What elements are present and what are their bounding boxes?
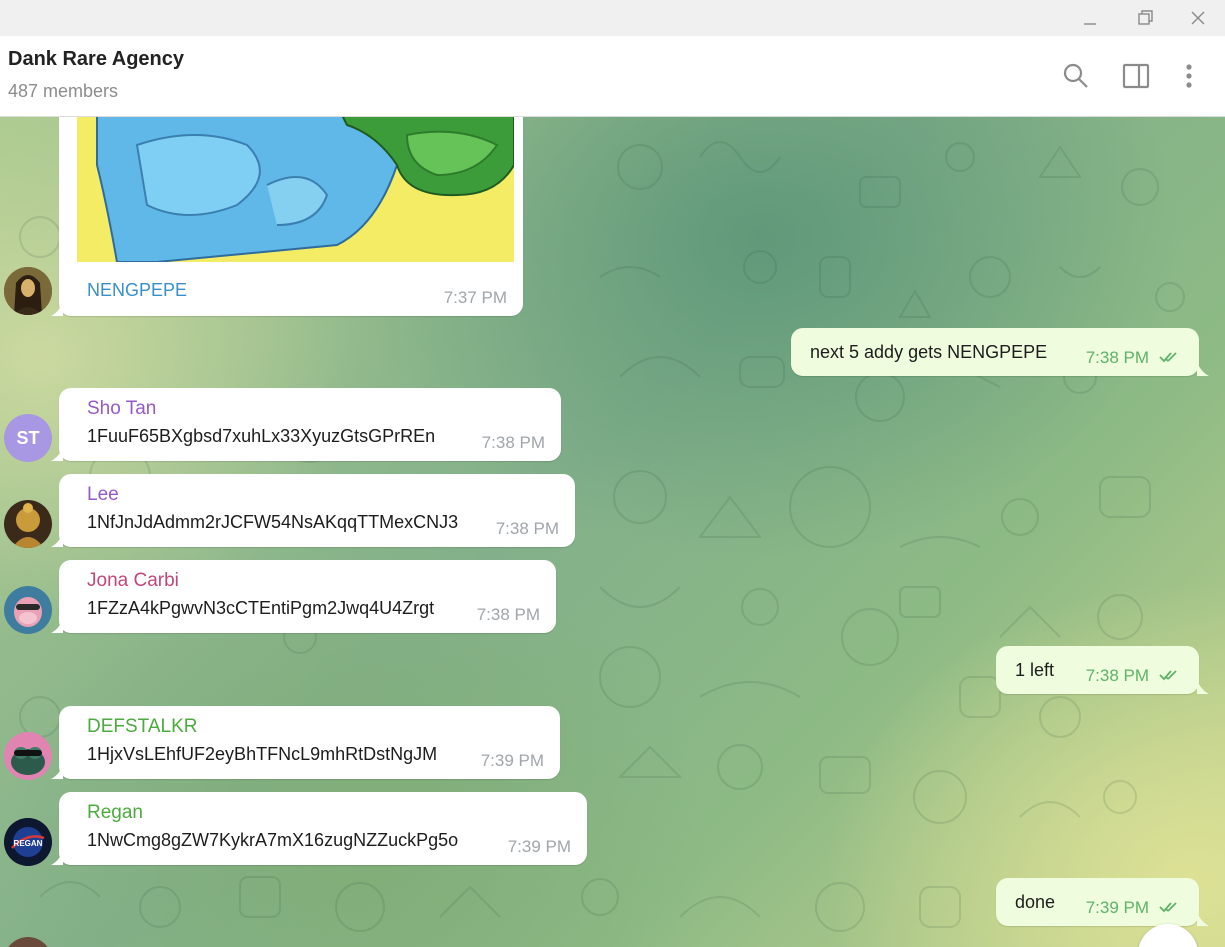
more-vertical-icon: [1186, 64, 1192, 88]
read-checkmarks-icon: [1159, 352, 1177, 363]
avatar[interactable]: [4, 267, 52, 315]
pepe-artwork: [96, 117, 514, 262]
golden-statue-avatar-image: [4, 500, 52, 548]
close-button[interactable]: [1170, 0, 1225, 36]
message-text: 1NwCmg8gZW7KykrA7mX16zugNZZuckPg5o: [87, 830, 459, 850]
message-text: done: [1015, 892, 1056, 912]
sender-name[interactable]: DEFSTALKR: [87, 716, 198, 738]
restore-icon: [1138, 10, 1153, 25]
minimize-icon: [1084, 23, 1096, 25]
close-icon: [1191, 11, 1205, 25]
bubble-tail: [1197, 680, 1209, 694]
sender-name[interactable]: Jona Carbi: [87, 570, 179, 592]
bubble-tail: [51, 302, 63, 316]
avatar[interactable]: REGAN: [4, 818, 52, 866]
message-time: 7:39 PM: [507, 837, 571, 856]
message-time: 7:38 PM: [495, 519, 559, 538]
regan-logo-text: REGAN: [14, 839, 43, 848]
bubble-tail: [1197, 912, 1209, 926]
message-time: 7:38 PM: [1085, 666, 1149, 685]
bubble-tail: [51, 851, 63, 865]
side-panel-icon: [1122, 63, 1150, 89]
avatar[interactable]: [4, 500, 52, 548]
message-text: 1 left: [1015, 660, 1055, 680]
side-panel-button[interactable]: [1118, 58, 1154, 94]
message-bubble[interactable]: Sho Tan 1FuuF65BXgbsd7xuhLx33XyuzGtsGPrR…: [59, 388, 561, 461]
mona-lisa-avatar-image: [4, 267, 52, 315]
read-checkmarks-icon: [1159, 902, 1177, 913]
message-time: 7:39 PM: [1085, 898, 1149, 917]
message-bubble[interactable]: Lee 1NfJnJdAdmm2rJCFW54NsAKqqTTMexCNJ3 7…: [59, 474, 575, 547]
sender-name[interactable]: Sho Tan: [87, 398, 156, 420]
sender-name[interactable]: Lee: [87, 484, 119, 506]
chat-history[interactable]: NENGPEPE 7:37 PM next 5 addy gets NENGPE…: [0, 117, 1225, 947]
message-bubble[interactable]: DEFSTALKR 1HjxVsLEhfUF2eyBhTFNcL9mhRtDst…: [59, 706, 560, 779]
minimize-button[interactable]: [1062, 0, 1118, 36]
message-bubble[interactable]: Regan 1NwCmg8gZW7KykrA7mX16zugNZZuckPg5o…: [59, 792, 587, 865]
bubble-tail: [51, 533, 63, 547]
message-time: 7:38 PM: [1085, 348, 1149, 367]
avatar[interactable]: ST: [4, 414, 52, 462]
search-icon: [1063, 63, 1088, 88]
chat-title[interactable]: Dank Rare Agency: [8, 48, 184, 71]
bubble-tail: [1197, 362, 1209, 376]
message-text: 1NfJnJdAdmm2rJCFW54NsAKqqTTMexCNJ3: [87, 512, 459, 532]
message-bubble-outgoing[interactable]: done 7:39 PM: [996, 878, 1199, 926]
message-bubble[interactable]: Jona Carbi 1FZzA4kPgwvN3cCTEntiPgm2Jwq4U…: [59, 560, 556, 633]
message-time: 7:38 PM: [481, 433, 545, 452]
message-text: next 5 addy gets NENGPEPE: [810, 342, 1048, 362]
read-checkmarks-icon: [1159, 670, 1177, 681]
image-caption[interactable]: NENGPEPE: [87, 280, 187, 301]
message-text: 1HjxVsLEhfUF2eyBhTFNcL9mhRtDstNgJM: [87, 744, 438, 764]
more-button[interactable]: [1171, 58, 1207, 94]
frog-avatar-image: [4, 732, 52, 780]
chat-header: Dank Rare Agency 487 members: [0, 36, 1225, 117]
message-bubble-outgoing[interactable]: 1 left 7:38 PM: [996, 646, 1199, 694]
search-button[interactable]: [1058, 58, 1094, 94]
sender-name[interactable]: Regan: [87, 802, 143, 824]
avatar-initials: ST: [16, 427, 40, 448]
message-bubble-image[interactable]: NENGPEPE 7:37 PM: [59, 117, 523, 316]
bubble-tail: [51, 619, 63, 633]
avatar[interactable]: [4, 732, 52, 780]
ape-avatar-image: [4, 586, 52, 634]
message-time: 7:37 PM: [443, 288, 507, 307]
message-text: 1FZzA4kPgwvN3cCTEntiPgm2Jwq4U4Zrgt: [87, 598, 435, 618]
member-count: 487 members: [8, 81, 119, 101]
restore-button[interactable]: [1117, 0, 1173, 36]
nft-image[interactable]: [77, 117, 514, 262]
avatar[interactable]: [4, 586, 52, 634]
bubble-tail: [51, 447, 63, 461]
message-bubble-outgoing[interactable]: next 5 addy gets NENGPEPE 7:38 PM: [791, 328, 1199, 376]
window-titlebar: [0, 0, 1225, 36]
message-time: 7:39 PM: [480, 751, 544, 770]
regan-logo-avatar-image: REGAN: [4, 818, 52, 866]
bubble-tail: [51, 765, 63, 779]
message-text: 1FuuF65BXgbsd7xuhLx33XyuzGtsGPrREn: [87, 426, 436, 446]
message-time: 7:38 PM: [476, 605, 540, 624]
